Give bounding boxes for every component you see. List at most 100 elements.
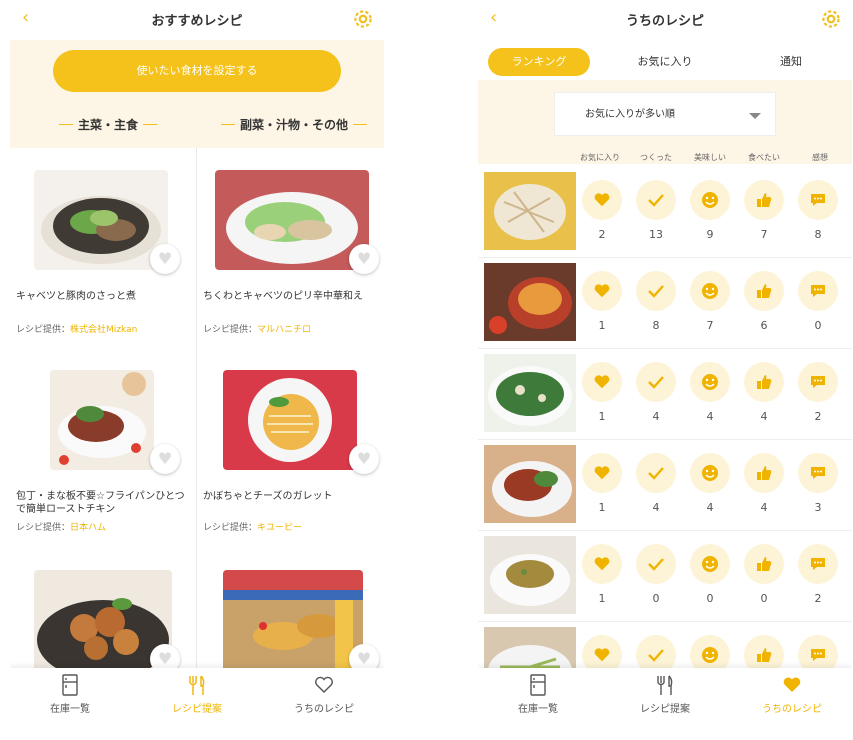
check-icon[interactable]	[636, 271, 676, 311]
smile-icon[interactable]	[690, 362, 730, 402]
thumbs-up-icon[interactable]	[744, 180, 784, 220]
reaction-count: 0	[652, 592, 660, 605]
ranking-row[interactable]: 1 4 4 4 2	[478, 350, 852, 440]
recipe-card[interactable]: ♥ かぼちゃとチーズのガレット レシピ提供：キユーピー	[197, 348, 383, 546]
column-header-want-to-eat: 食べたい	[748, 153, 780, 162]
recipe-provider: レシピ提供：キユーピー	[203, 520, 302, 533]
smile-icon[interactable]	[690, 544, 730, 584]
tab-my-recipes[interactable]: うちのレシピ	[732, 674, 852, 715]
section-heading-main: 主菜・主食	[54, 116, 162, 133]
favorite-heart-icon[interactable]: ♥	[349, 444, 379, 474]
provider-name[interactable]: 株式会社Mizkan	[70, 325, 137, 335]
ranking-row[interactable]: 1 4 4 4 3	[478, 441, 852, 531]
check-icon[interactable]	[636, 544, 676, 584]
comment-icon[interactable]	[798, 453, 838, 493]
reaction-count: 6	[760, 319, 768, 332]
tab-ranking[interactable]: ランキング	[488, 48, 590, 76]
heart-icon[interactable]	[582, 180, 622, 220]
sort-select[interactable]: お気に入りが多い順	[554, 92, 776, 136]
reaction-count: 0	[760, 592, 768, 605]
set-ingredients-button[interactable]: 使いたい食材を設定する	[53, 50, 341, 92]
smile-icon[interactable]	[690, 271, 730, 311]
section-heading-main-label: 主菜・主食	[78, 118, 139, 132]
thumbs-up-icon[interactable]	[744, 544, 784, 584]
recipe-provider: レシピ提供：マルハニチロ	[203, 322, 311, 335]
smile-icon[interactable]	[690, 180, 730, 220]
recipe-thumbnail[interactable]	[484, 172, 576, 250]
tab-my-recipes[interactable]: うちのレシピ	[264, 674, 384, 715]
reaction-count: 4	[706, 410, 714, 423]
smile-icon[interactable]	[690, 635, 730, 668]
column-header-favorites: お気に入り	[580, 153, 620, 162]
heart-icon[interactable]	[582, 271, 622, 311]
thumbs-up-icon[interactable]	[744, 362, 784, 402]
thumbs-up-icon[interactable]	[744, 271, 784, 311]
reaction-count: 2	[598, 228, 606, 241]
reaction-count: 2	[814, 410, 822, 423]
thumbs-up-icon[interactable]	[744, 635, 784, 668]
check-icon[interactable]	[636, 180, 676, 220]
recipe-thumbnail[interactable]	[484, 445, 576, 523]
page-title: おすすめレシピ	[151, 14, 243, 29]
page-title: うちのレシピ	[625, 14, 704, 29]
provider-name[interactable]: 日本ハム	[70, 523, 106, 533]
provider-name[interactable]: マルハニチロ	[257, 325, 311, 335]
provider-name[interactable]: キユーピー	[257, 523, 302, 533]
recipe-thumbnail[interactable]	[484, 263, 576, 341]
tab-notifications[interactable]: 通知	[740, 48, 842, 76]
ranking-row[interactable]: 1 8 7 6 0	[478, 259, 852, 349]
reaction-count: 9	[706, 228, 714, 241]
recipe-card[interactable]: ♥ 包丁・まな板不要☆フライパンひとつで簡単ローストチキン レシピ提供：日本ハム	[10, 348, 196, 546]
reaction-count: 4	[652, 410, 660, 423]
gear-icon[interactable]	[350, 6, 376, 32]
tab-inventory[interactable]: 在庫一覧	[478, 674, 598, 715]
favorite-heart-icon[interactable]: ♥	[150, 444, 180, 474]
check-icon[interactable]	[636, 635, 676, 668]
heart-icon[interactable]	[582, 635, 622, 668]
column-header-comments: 感想	[812, 153, 828, 162]
tab-favorites[interactable]: お気に入り	[614, 48, 716, 76]
heart-icon[interactable]	[582, 362, 622, 402]
tab-inventory[interactable]: 在庫一覧	[10, 674, 130, 715]
reaction-count: 0	[706, 592, 714, 605]
tab-recipe-suggestions[interactable]: レシピ提案	[137, 674, 257, 715]
reaction-count: 1	[598, 319, 606, 332]
comment-icon[interactable]	[798, 635, 838, 668]
smile-icon[interactable]	[690, 453, 730, 493]
favorite-heart-icon[interactable]: ♥	[150, 244, 180, 274]
comment-icon[interactable]	[798, 544, 838, 584]
tab-recipe-suggestions[interactable]: レシピ提案	[605, 674, 725, 715]
provider-label: レシピ提供：	[203, 523, 258, 533]
recipe-thumbnail[interactable]	[484, 536, 576, 614]
recipe-thumbnail[interactable]	[484, 627, 576, 668]
bottom-safe-area	[478, 720, 852, 740]
reaction-count: 7	[760, 228, 768, 241]
recipe-card[interactable]: ♥ キャベツと豚肉のさっと煮 レシピ提供：株式会社Mizkan	[10, 148, 196, 346]
provider-label: レシピ提供：	[16, 523, 71, 533]
check-icon[interactable]	[636, 362, 676, 402]
gear-icon[interactable]	[818, 6, 844, 32]
recipe-photo	[215, 170, 369, 270]
check-icon[interactable]	[636, 453, 676, 493]
ranking-list: 2 13 9 7 8 1 8 7 6 0 1 4 4 4 2 1 4 4 4 3 1 0 0 0 2	[478, 168, 852, 668]
reaction-count: 4	[706, 501, 714, 514]
ingredient-settings-band: 使いたい食材を設定する 主菜・主食 副菜・汁物・その他	[10, 40, 384, 148]
bottom-tab-bar: 在庫一覧 レシピ提案 うちのレシピ	[478, 668, 852, 720]
thumbs-up-icon[interactable]	[744, 453, 784, 493]
recipe-photo	[50, 370, 154, 470]
heart-icon[interactable]	[582, 544, 622, 584]
recipe-thumbnail[interactable]	[484, 354, 576, 432]
header: ‹ おすすめレシピ	[10, 0, 384, 40]
recipe-card[interactable]: ♥ ちくわとキャベツのピリ辛中華和え レシピ提供：マルハニチロ	[197, 148, 383, 346]
favorite-heart-icon[interactable]: ♥	[349, 244, 379, 274]
reaction-count: 2	[814, 592, 822, 605]
heart-icon[interactable]	[582, 453, 622, 493]
recipe-provider: レシピ提供：日本ハム	[16, 520, 106, 533]
ranking-row[interactable]	[478, 623, 852, 668]
tab-inventory-label: 在庫一覧	[518, 704, 558, 715]
ranking-row[interactable]: 1 0 0 0 2	[478, 532, 852, 622]
comment-icon[interactable]	[798, 180, 838, 220]
comment-icon[interactable]	[798, 362, 838, 402]
comment-icon[interactable]	[798, 271, 838, 311]
ranking-row[interactable]: 2 13 9 7 8	[478, 168, 852, 258]
